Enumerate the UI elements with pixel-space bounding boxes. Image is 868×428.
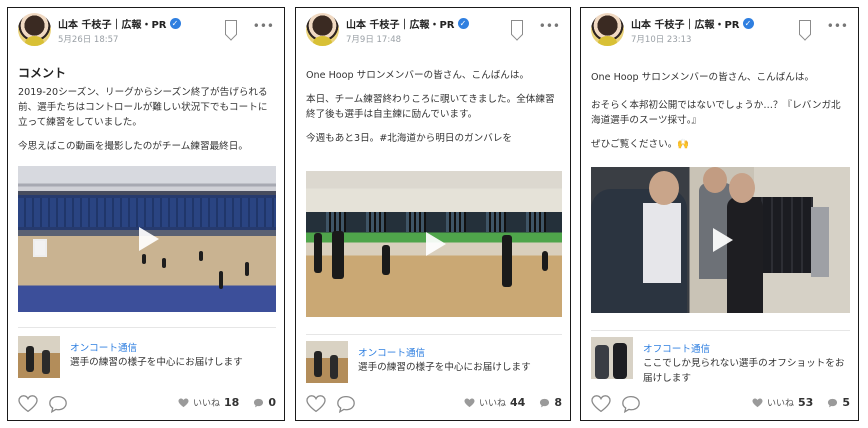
post-body: One Hoop サロンメンバーの皆さん、こんばんは。 本日、チーム練習終わりこ… — [306, 68, 562, 155]
post-header: 山本 千枝子｜広報・PR ✓ 5月26日 18:57 ••• — [18, 13, 274, 47]
author-label: 山本 千枝子｜広報・PR — [346, 20, 455, 31]
magazine-description: 選手の練習の様子を中心にお届けします — [358, 362, 531, 373]
post-paragraph: One Hoop サロンメンバーの皆さん、こんばんは。 — [591, 72, 815, 83]
post-paragraph: 本日、チーム練習終わりころに覗いてきました。全体練習終了後も選手は自主練に励んで… — [306, 94, 555, 120]
post-footer: いいね 53 5 — [591, 393, 850, 413]
related-magazine[interactable]: オンコート通信 選手の練習の様子を中心にお届けします — [18, 336, 276, 380]
comment-icon[interactable] — [621, 395, 641, 413]
post-paragraph: 2019-20シーズン、リーグからシーズン終了が告げられる前、選手たちはコントロ… — [18, 87, 268, 128]
avatar[interactable] — [18, 13, 51, 46]
comment-icon[interactable] — [336, 395, 356, 413]
comment-count[interactable]: 0 — [268, 396, 276, 409]
comment-count[interactable]: 8 — [554, 396, 562, 409]
related-magazine[interactable]: オンコート通信 選手の練習の様子を中心にお届けします — [306, 341, 562, 385]
post-paragraph: One Hoop サロンメンバーの皆さん、こんばんは。 — [306, 70, 530, 81]
magazine-title[interactable]: オンコート通信 — [358, 345, 425, 359]
post-body: コメント 2019-20シーズン、リーグからシーズン終了が告げられる前、選手たち… — [18, 66, 276, 163]
post-body: One Hoop サロンメンバーの皆さん、こんばんは。 おそらく本邦初公開ではな… — [591, 70, 850, 161]
comment-count[interactable]: 5 — [842, 396, 850, 409]
author-name[interactable]: 山本 千枝子｜広報・PR ✓ — [58, 16, 181, 31]
post-header: 山本 千枝子｜広報・PR ✓ 7月10日 23:13 ••• — [591, 13, 848, 47]
divider — [591, 330, 850, 331]
play-icon[interactable] — [426, 232, 446, 256]
avatar[interactable] — [306, 13, 339, 46]
post-date: 7月10日 23:13 — [631, 35, 692, 45]
more-options-icon[interactable]: ••• — [253, 19, 274, 33]
author-label: 山本 千枝子｜広報・PR — [631, 20, 740, 31]
post-stats: いいね 53 5 — [752, 396, 850, 409]
like-count-heart-icon — [752, 397, 763, 407]
author-name[interactable]: 山本 千枝子｜広報・PR ✓ — [631, 16, 754, 31]
comment-count-icon — [254, 398, 264, 407]
verified-badge-icon: ✓ — [169, 18, 181, 29]
video-thumbnail[interactable] — [18, 166, 276, 312]
author-label: 山本 千枝子｜広報・PR — [58, 20, 167, 31]
like-label: いいね — [479, 399, 507, 409]
magazine-description: 選手の練習の様子を中心にお届けします — [70, 357, 243, 368]
divider — [18, 327, 276, 328]
post-stats: いいね 44 8 — [464, 396, 562, 409]
magazine-title[interactable]: オンコート通信 — [70, 340, 137, 354]
author-name[interactable]: 山本 千枝子｜広報・PR ✓ — [346, 16, 469, 31]
verified-badge-icon: ✓ — [457, 18, 469, 29]
magazine-thumbnail[interactable] — [306, 341, 348, 383]
post-paragraph: 今週もあと3日。#北海道から明日のガンバレを — [306, 133, 513, 144]
heart-icon[interactable] — [591, 395, 611, 413]
like-count-heart-icon — [178, 397, 189, 407]
post-paragraph: ぜひご覧ください。🙌 — [591, 139, 690, 150]
post-card-1: 山本 千枝子｜広報・PR ✓ 5月26日 18:57 ••• コメント 2019… — [7, 7, 285, 421]
comment-count-icon — [828, 398, 838, 407]
post-date: 5月26日 18:57 — [58, 35, 119, 45]
comment-icon[interactable] — [48, 395, 68, 413]
like-count[interactable]: 53 — [798, 396, 813, 409]
more-options-icon[interactable]: ••• — [827, 19, 848, 33]
like-label: いいね — [193, 399, 221, 409]
play-icon[interactable] — [712, 228, 733, 252]
post-footer: いいね 18 0 — [18, 393, 276, 413]
heart-icon[interactable] — [18, 395, 38, 413]
post-card-2: 山本 千枝子｜広報・PR ✓ 7月9日 17:48 ••• One Hoop サ… — [295, 7, 571, 421]
divider — [306, 334, 562, 335]
avatar[interactable] — [591, 13, 624, 46]
post-paragraph: 今思えばこの動画を撮影したのがチーム練習最終日。 — [18, 141, 248, 152]
verified-badge-icon: ✓ — [742, 18, 754, 29]
post-date: 7月9日 17:48 — [346, 35, 402, 45]
magazine-title[interactable]: オフコート通信 — [643, 341, 710, 355]
post-header: 山本 千枝子｜広報・PR ✓ 7月9日 17:48 ••• — [306, 13, 560, 47]
video-thumbnail[interactable] — [591, 167, 850, 313]
more-options-icon[interactable]: ••• — [539, 19, 560, 33]
related-magazine[interactable]: オフコート通信 ここでしか見られない選手のオフショットをお届けします — [591, 337, 850, 384]
basketball-hoop — [33, 239, 48, 257]
magazine-description: ここでしか見られない選手のオフショットをお届けします — [643, 358, 845, 384]
post-title: コメント — [18, 66, 67, 80]
bookmark-icon[interactable] — [799, 20, 811, 35]
video-thumbnail[interactable] — [306, 171, 562, 317]
like-count[interactable]: 44 — [510, 396, 525, 409]
bookmark-icon[interactable] — [511, 20, 523, 35]
post-stats: いいね 18 0 — [178, 396, 276, 409]
heart-icon[interactable] — [306, 395, 326, 413]
post-card-3: 山本 千枝子｜広報・PR ✓ 7月10日 23:13 ••• One Hoop … — [580, 7, 859, 421]
post-footer: いいね 44 8 — [306, 393, 562, 413]
magazine-thumbnail[interactable] — [591, 337, 633, 379]
magazine-thumbnail[interactable] — [18, 336, 60, 378]
like-label: いいね — [767, 399, 795, 409]
comment-count-icon — [540, 398, 550, 407]
like-count[interactable]: 18 — [224, 396, 239, 409]
like-count-heart-icon — [464, 397, 475, 407]
play-icon[interactable] — [139, 227, 159, 251]
post-paragraph: おそらく本邦初公開ではないでしょうか…？『レバンガ北海道選手のスーツ採寸。』 — [591, 100, 841, 126]
bookmark-icon[interactable] — [225, 20, 237, 35]
